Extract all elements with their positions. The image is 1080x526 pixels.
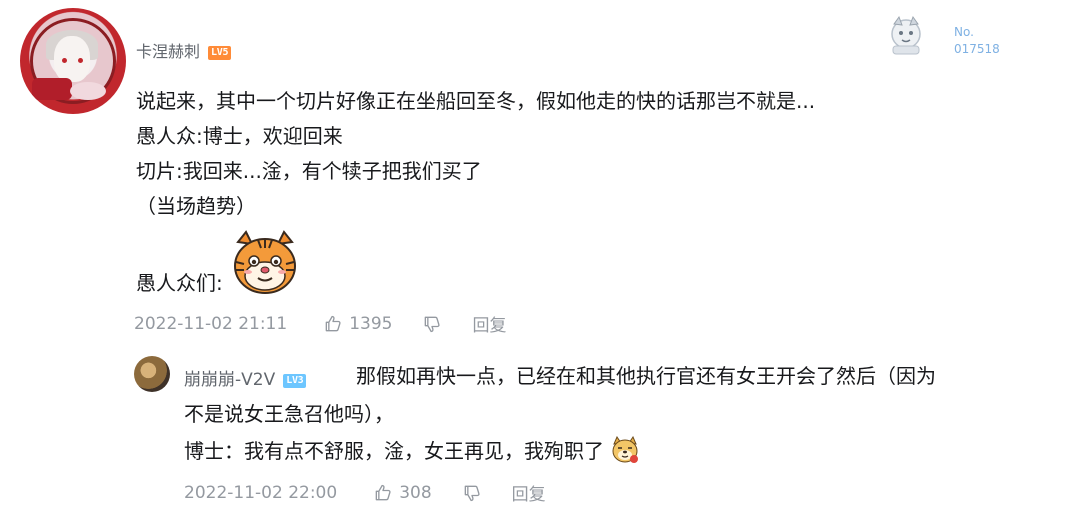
fan-badge-icon [891,15,921,55]
like-count: 308 [399,482,432,503]
reply-button[interactable]: 回复 [472,311,506,336]
comment-text-line: 切片:我回来...淦，有个犊子把我们买了 [136,159,482,183]
comment-text-line: （当场趋势） [136,194,256,218]
avatar-plate [70,82,106,100]
level-badge: LV3 [283,374,307,388]
comment-username[interactable]: 卡涅赫刺 LV5 [136,38,232,62]
thumb-down-icon[interactable] [462,483,482,503]
thumb-down-icon[interactable] [422,314,442,334]
comment-meta: 2022-11-02 21:11 1395 回复 [134,311,506,337]
reply-avatar[interactable] [134,356,170,392]
comment-text-line: 说起来，其中一个切片好像正在坐船回至冬，假如他走的快的话那岂不就是... [136,89,816,113]
reply-text-line: 那假如再快一点，已经在和其他执行官还有女王开会了然后（因为 [356,364,936,388]
avatar[interactable] [20,8,126,114]
reply-username-text[interactable]: 崩崩崩-V2V [184,370,275,390]
fan-number-prefix: No. [954,25,974,39]
like-count: 1395 [349,313,393,334]
thumb-up-icon[interactable] [373,483,393,503]
avatar-eye-right [78,58,83,63]
level-badge: LV5 [208,46,232,60]
comment-timestamp: 2022-11-02 21:11 [134,313,288,334]
username-text[interactable]: 卡涅赫刺 [136,42,200,61]
avatar-face [54,36,90,82]
tiger-sticker-icon [234,230,296,294]
reply-meta: 2022-11-02 22:00 308 回复 [184,480,546,506]
fan-number: No. 017518 [954,24,1000,58]
reply-text-line: 不是说女王急召他吗）， [184,402,394,426]
doge-emoji-icon [612,436,639,463]
fan-number-value: 017518 [954,42,1000,56]
reply-button[interactable]: 回复 [512,480,546,505]
comment-text-line: 愚人众们: [136,271,223,295]
thumb-up-icon[interactable] [323,314,343,334]
comment-text-line: 愚人众:博士，欢迎回来 [136,124,343,148]
reply-timestamp: 2022-11-02 22:00 [184,482,338,503]
avatar-eye-left [62,58,67,63]
reply-username[interactable]: 崩崩崩-V2V LV3 [184,365,307,390]
reply-text: 博士：我有点不舒服，淦，女王再见，我殉职了 [184,439,604,463]
avatar-cake [32,78,72,100]
reply-text-line-with-emoji: 博士：我有点不舒服，淦，女王再见，我殉职了 [184,436,640,466]
